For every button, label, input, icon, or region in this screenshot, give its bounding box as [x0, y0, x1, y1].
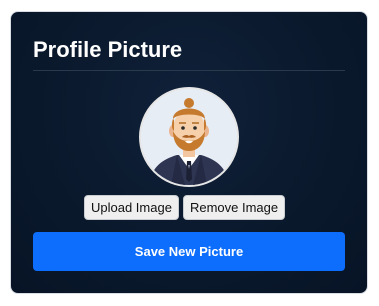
profile-picture-card: Profile Picture Upload Image Remove Imag…: [10, 11, 368, 294]
bearded-man-avatar-icon: [141, 89, 237, 185]
remove-image-button[interactable]: Remove Image: [182, 195, 286, 220]
upload-image-button[interactable]: Upload Image: [84, 195, 179, 220]
save-new-picture-button[interactable]: Save New Picture: [33, 232, 345, 271]
card-title: Profile Picture: [33, 37, 183, 62]
title-divider: [33, 70, 345, 71]
image-action-buttons: Upload Image Remove Image: [84, 195, 286, 220]
avatar: [139, 87, 239, 187]
